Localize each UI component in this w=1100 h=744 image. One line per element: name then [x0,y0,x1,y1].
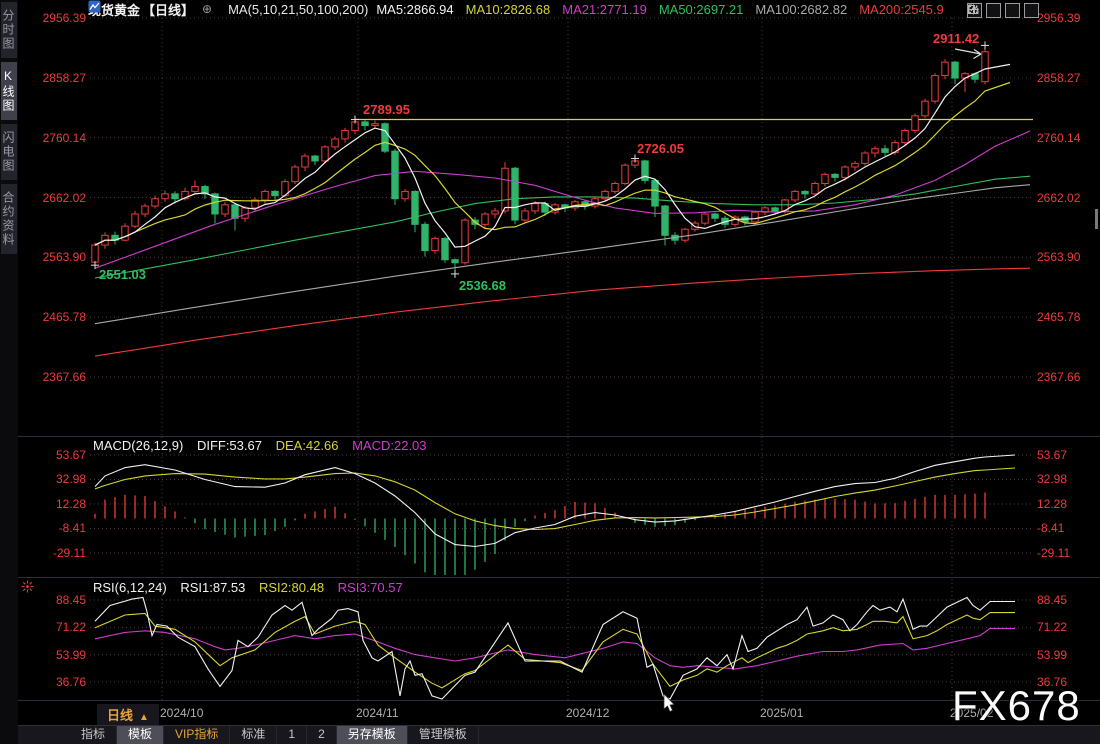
sidebar-item-0[interactable]: 分时图 [1,2,17,58]
bottom-tab-0[interactable]: 指标 [70,726,117,744]
macd-macd-value: MACD:22.03 [352,438,426,453]
mouse-cursor [664,694,674,712]
macd-header: MACD(26,12,9) DIFF:53.67 DEA:42.66 MACD:… [93,438,437,453]
y-axis-label: 88.45 [24,593,86,607]
chart-toolbar-icons [967,3,1039,18]
y-axis-label: 2662.02 [1037,191,1099,205]
y-axis-label: 2662.02 [24,191,86,205]
y-axis-label: 36.76 [24,675,86,689]
y-axis-label: -29.11 [24,546,86,560]
x-axis-label: 2025/01 [760,706,803,720]
scrollbar-thumb[interactable] [1095,209,1098,229]
price-annotation: 2789.95 [363,102,410,117]
ma-value-label: MA50:2697.21 [659,2,744,17]
x-axis-label: 2024/12 [566,706,609,720]
ma-value-label: MA200:2545.9 [859,2,944,17]
y-axis-label: 2858.27 [24,71,86,85]
y-axis-label: 2858.27 [1037,71,1099,85]
scale-horizontal-icon[interactable] [1005,3,1020,18]
x-axis-label: 2024/10 [160,706,203,720]
watermark: FX678 [952,682,1081,730]
y-axis-label: -8.41 [1037,521,1099,535]
y-axis-label: 2760.14 [1037,131,1099,145]
period-selector-label: 日线 [107,708,133,723]
ma-value-label: MA5:2866.94 [376,2,453,17]
y-axis-label: 12.28 [1037,497,1099,511]
y-axis-label: 12.28 [24,497,86,511]
bottom-tab-4[interactable]: 1 [277,726,307,744]
collapse-panel-icon[interactable] [1024,3,1039,18]
expand-icon[interactable]: ⊕ [202,2,212,16]
scale-vertical-icon[interactable] [986,3,1001,18]
price-annotation: 2911.42 [933,31,979,46]
price-annotation: 2726.05 [637,141,684,156]
ma-values: MA5:2866.94 MA10:2826.68 MA21:2771.19 MA50:… [376,2,943,17]
chart-app: 2956.39 2858.27 2760.14 2662.02 2563.90 2465.… [0,0,1100,744]
y-axis-label: 53.99 [1037,648,1099,662]
rsi-params-label: RSI(6,12,24) [93,580,167,595]
y-axis-label: 71.22 [1037,620,1099,634]
x-axis-label: 2024/11 [356,706,399,720]
bottom-toolbar: 指标模板VIP指标标准12另存模板管理模板 [18,725,1100,744]
rsi-header: RSI(6,12,24) RSI1:87.53 RSI2:80.48 RSI3:… [93,580,413,595]
period-tag: 【日线】 [142,0,194,19]
price-annotation: 2536.68 [459,278,506,293]
macd-params-label: MACD(26,12,9) [93,438,183,453]
sidebar-item-2[interactable]: 闪电图 [1,124,17,180]
y-axis-label: 2465.78 [24,310,86,324]
bottom-tab-2[interactable]: VIP指标 [164,726,230,744]
sidebar-item-1[interactable]: K线图 [1,62,17,120]
macd-dea-value: DEA:42.66 [276,438,339,453]
y-axis-label: 71.22 [24,620,86,634]
y-axis-label: 2956.39 [1037,11,1099,25]
y-axis-label: 2563.90 [24,250,86,264]
bottom-tab-7[interactable]: 管理模板 [408,726,479,744]
bottom-tab-6[interactable]: 另存模板 [337,726,408,744]
y-axis-label: 32.98 [24,472,86,486]
y-axis-label: -8.41 [24,521,86,535]
rsi3-value: RSI3:70.57 [338,580,403,595]
ma-value-label: MA21:2771.19 [562,2,647,17]
sidebar-item-3[interactable]: 合约资料 [1,184,17,254]
chevron-up-icon: ▲ [139,712,149,723]
price-annotation: 2551.03 [99,267,146,282]
sidebar: 分时图 K线图闪电图合约资料 [0,0,18,744]
y-axis-label: 2956.39 [24,11,86,25]
y-axis-label: 53.67 [24,448,86,462]
y-axis-label: -29.11 [1037,546,1099,560]
macd-diff-value: DIFF:53.67 [197,438,262,453]
y-axis-label: 2367.66 [1037,370,1099,384]
y-axis-label: 53.99 [24,648,86,662]
y-axis-label: 32.98 [1037,472,1099,486]
bottom-tab-3[interactable]: 标准 [230,726,277,744]
y-axis-label: 88.45 [1037,593,1099,607]
rsi2-value: RSI2:80.48 [259,580,324,595]
y-axis-label: 2563.90 [1037,250,1099,264]
y-axis-label: 2760.14 [24,131,86,145]
chart-header: 现货黄金【日线】 ⊕ MA(5,10,21,50,100,200) MA5:28… [88,0,944,18]
bottom-tab-5[interactable]: 2 [307,726,337,744]
ma-value-label: MA100:2682.82 [755,2,847,17]
ma-value-label: MA10:2826.68 [466,2,551,17]
y-axis-label: 2465.78 [1037,310,1099,324]
ma-settings-label: MA(5,10,21,50,100,200) [228,2,368,17]
bottom-tab-1[interactable]: 模板 [117,726,164,744]
y-axis-label: 53.67 [1037,448,1099,462]
period-selector[interactable]: 日线 ▲ [97,704,159,726]
y-axis-label: 2367.66 [24,370,86,384]
rsi1-value: RSI1:87.53 [180,580,245,595]
chart-canvas[interactable] [0,0,1100,744]
